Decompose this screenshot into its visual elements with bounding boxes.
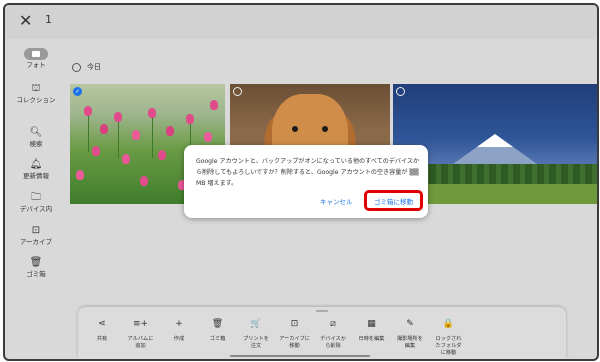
collection-icon: ⛫	[31, 83, 41, 94]
move-to-trash-button[interactable]: ゴミ箱に移動	[364, 190, 423, 211]
action-label: 撮影場所を 編集	[397, 336, 423, 349]
selection-toolbar: ✕ 1	[5, 5, 597, 39]
nav-item-label: 更新情報	[23, 172, 49, 180]
nav-item-updates[interactable]: 🔔︎ 更新情報	[5, 159, 67, 181]
action-label: デバイスか ら削除	[320, 336, 346, 349]
trash-icon: 🗑︎	[29, 257, 43, 268]
select-circle-icon[interactable]	[233, 87, 242, 96]
nav-item-label: コレクション	[16, 96, 56, 104]
trash-icon: 🗑	[211, 319, 224, 329]
add-to-album-icon: ≡+	[132, 319, 149, 329]
nav-item-archive[interactable]: ⊡ アーカイブ	[5, 225, 67, 247]
action-calendar[interactable]: ▦ 日時を編集	[352, 319, 392, 343]
action-archive[interactable]: ⊡ アーカイブに 移動	[275, 319, 315, 350]
device-remove-icon: ⧄	[330, 319, 336, 329]
date-label: 今日	[87, 63, 101, 71]
nav-item-label: 検索	[29, 140, 43, 148]
selected-check-icon[interactable]: ✓	[73, 87, 82, 96]
delete-confirm-dialog: Google アカウントと、バックアップがオンになっている他のすべてのデバイスか…	[184, 145, 428, 218]
action-lock[interactable]: 🔒 ロックされ たフォルダ に移動	[429, 319, 469, 357]
screen-frame: ✕ 1 フォト ⛫ コレクション 🔍︎ 検索 🔔︎ 更新情報 🗀︎ デバイス内 …	[3, 3, 599, 361]
plus-icon: +	[175, 319, 183, 329]
select-circle-icon[interactable]	[396, 87, 405, 96]
nav-item-photos[interactable]: フォト	[5, 48, 67, 70]
action-plus[interactable]: + 作成	[159, 319, 199, 343]
nav-item-label: フォト	[26, 61, 46, 69]
search-icon: 🔍︎	[29, 127, 43, 138]
nav-item-on-device[interactable]: 🗀︎ デバイス内	[5, 192, 67, 214]
nav-item-label: ゴミ箱	[26, 270, 46, 278]
date-section-header[interactable]: 今日	[72, 62, 101, 72]
home-indicator	[230, 355, 370, 357]
close-icon[interactable]: ✕	[19, 12, 32, 30]
drag-handle[interactable]	[316, 310, 328, 312]
action-cart[interactable]: 🛒 プリントを 注文	[236, 319, 276, 350]
archive-icon: ⊡	[31, 225, 41, 236]
nav-rail: フォト ⛫ コレクション 🔍︎ 検索 🔔︎ 更新情報 🗀︎ デバイス内 ⊡ アー…	[5, 39, 67, 359]
action-label: アーカイブに 移動	[279, 336, 310, 349]
nav-item-collections[interactable]: ⛫ コレクション	[5, 83, 67, 105]
action-label: 共有	[96, 336, 108, 342]
action-device-remove[interactable]: ⧄ デバイスか ら削除	[313, 319, 353, 350]
calendar-icon: ▦	[367, 319, 376, 329]
lock-icon: 🔒	[442, 319, 455, 329]
photo-icon	[24, 48, 48, 60]
action-add-to-album[interactable]: ≡+ アルバムに 追加	[121, 319, 161, 350]
action-label: 日時を編集	[358, 336, 385, 342]
location-edit-icon: ✎	[406, 319, 414, 329]
action-label: プリントを 注文	[243, 336, 269, 349]
nav-item-label: デバイス内	[19, 205, 53, 213]
nav-item-search[interactable]: 🔍︎ 検索	[5, 127, 67, 149]
action-label: アルバムに 追加	[127, 336, 154, 349]
cancel-button[interactable]: キャンセル	[320, 196, 353, 206]
selected-count: 1	[45, 13, 52, 26]
nav-item-trash[interactable]: 🗑︎ ゴミ箱	[5, 257, 67, 279]
action-label: 作成	[173, 336, 185, 342]
folder-icon: 🗀︎	[31, 192, 41, 203]
cart-icon: 🛒	[250, 319, 262, 329]
action-bar: ⋖ 共有 ≡+ アルバムに 追加 + 作成 🗑 ゴミ箱 🛒 プリントを 注文 ⊡ アーカイブに 移動 ⧄…	[78, 307, 566, 359]
dialog-message: Google アカウントと、バックアップがオンになっている他のすべてのデバイスか…	[196, 158, 420, 187]
action-trash[interactable]: 🗑 ゴミ箱	[198, 319, 238, 343]
share-icon: ⋖	[98, 319, 106, 329]
archive-icon: ⊡	[290, 319, 299, 329]
action-share[interactable]: ⋖ 共有	[82, 319, 122, 343]
nav-item-label: アーカイブ	[19, 238, 53, 246]
action-label: ゴミ箱	[209, 336, 226, 342]
action-label: ロックされ たフォルダ に移動	[435, 336, 462, 356]
bell-icon: 🔔︎	[29, 159, 43, 170]
select-day-radio[interactable]	[72, 62, 81, 72]
action-location-edit[interactable]: ✎ 撮影場所を 編集	[390, 319, 430, 350]
